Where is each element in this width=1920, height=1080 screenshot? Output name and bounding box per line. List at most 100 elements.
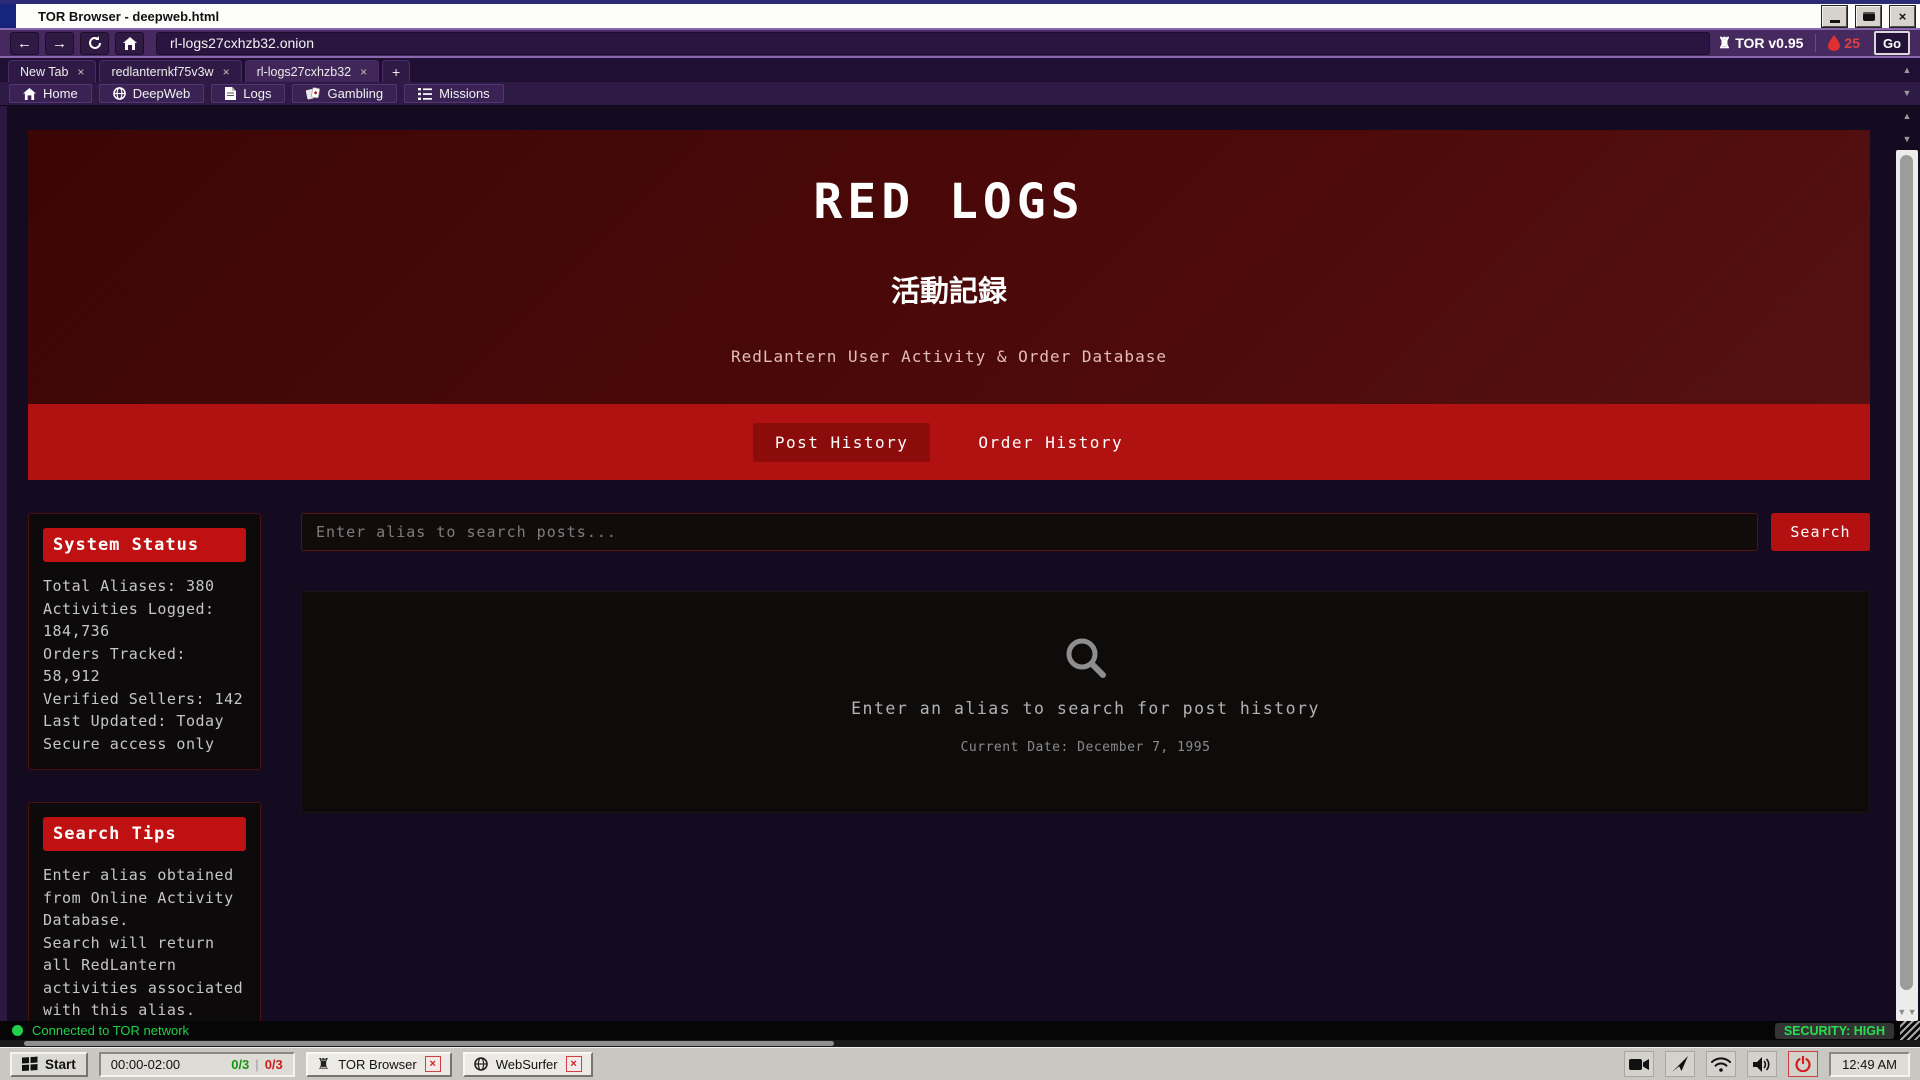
page-nav: Post History Order History [28,404,1870,480]
document-icon [225,87,236,100]
task-tor-browser[interactable]: ♜ TOR Browser × [306,1052,452,1077]
search-tip: Enter alias obtained from Online Activit… [43,864,246,932]
volume-button[interactable] [1747,1051,1777,1077]
scroll-down-icon[interactable]: ▼ [1897,1007,1906,1017]
maximize-button[interactable] [1856,6,1881,27]
page-title: RED LOGS [28,174,1870,230]
forward-button[interactable]: → [45,32,74,55]
vertical-scrollbar: ▲ ▼ ▲ ▼ ▼ ▼ [1896,58,1918,1021]
scroll-up-icon[interactable]: ▲ [1903,65,1912,75]
search-button[interactable]: Search [1771,513,1870,551]
scrollbar-track[interactable]: ▼ ▼ [1896,150,1918,1021]
bookmark-home[interactable]: Home [9,84,92,103]
task-close-button[interactable]: × [566,1056,582,1072]
tor-version-text: TOR v0.95 [1735,35,1803,51]
tab-bar: New Tab × redlanternkf75v3w × rl-logs27c… [0,58,1920,82]
windows-logo-icon [22,1056,38,1071]
connection-status: Connected to TOR network [32,1023,189,1038]
task-websurfer[interactable]: WebSurfer × [463,1052,593,1077]
scroll-down-icon[interactable]: ▼ [1908,1007,1917,1017]
task-label: WebSurfer [496,1057,558,1072]
timer-counters: 0/3 | 0/3 [231,1057,283,1072]
scroll-down-icon[interactable]: ▼ [1903,88,1912,98]
counter-green: 0/3 [231,1057,249,1072]
bookmark-label: Logs [243,86,271,101]
task-label: TOR Browser [338,1057,417,1072]
session-timer: 00:00-02:00 0/3 | 0/3 [99,1052,295,1077]
wifi-button[interactable] [1706,1051,1736,1077]
tab-redlantern[interactable]: redlanternkf75v3w × [99,60,241,82]
bookmark-label: DeepWeb [133,86,191,101]
alias-search-input[interactable] [301,513,1758,551]
scrollbar-thumb[interactable] [1900,155,1913,990]
search-tips-title: Search Tips [43,817,246,851]
new-tab-button[interactable]: + [382,60,410,82]
tab-rl-logs[interactable]: rl-logs27cxhzb32 × [245,60,380,82]
window-titlebar[interactable]: TOR Browser - deepweb.html × [0,0,1920,28]
stat-verified-sellers: Verified Sellers: 142 [43,688,246,711]
screen: TOR Browser - deepweb.html × ← → rl-logs… [0,0,1920,1080]
window-title: TOR Browser - deepweb.html [38,9,219,24]
start-label: Start [45,1057,76,1072]
close-icon: × [1899,9,1907,24]
security-badge: SECURITY: HIGH [1775,1023,1894,1039]
bookmark-logs[interactable]: Logs [211,84,285,103]
task-close-button[interactable]: × [425,1056,441,1072]
browser-viewport: RED LOGS 活動記録 RedLantern User Activity &… [0,106,1920,1021]
maximize-icon [1863,12,1875,21]
refresh-button[interactable] [80,32,109,55]
sidebar: System Status Total Aliases: 380 Activit… [28,498,261,1021]
system-status-panel: System Status Total Aliases: 380 Activit… [28,513,261,770]
tab-close-icon[interactable]: × [360,65,367,79]
page-red-logs: RED LOGS 活動記録 RedLantern User Activity &… [28,130,1870,1021]
bookmark-missions[interactable]: Missions [404,84,504,103]
scroll-up-icon[interactable]: ▲ [1903,111,1912,121]
flame-counter: 25 [1828,35,1860,51]
home-button[interactable] [115,32,144,55]
bookmark-label: Home [43,86,78,101]
search-tip: Search will return all RedLantern activi… [43,932,246,1022]
go-button[interactable]: Go [1874,31,1910,55]
camera-button[interactable] [1624,1051,1654,1077]
bookmark-deepweb[interactable]: DeepWeb [99,84,205,103]
stat-total-aliases: Total Aliases: 380 [43,575,246,598]
minimize-button[interactable] [1822,6,1847,27]
nav-post-history[interactable]: Post History [753,423,931,462]
checklist-icon [418,88,432,100]
tab-close-icon[interactable]: × [223,65,230,79]
tab-label: rl-logs27cxhzb32 [257,65,352,79]
bookmark-label: Gambling [327,86,383,101]
horizontal-scrollbar-thumb[interactable] [24,1041,834,1046]
taskbar: Start 00:00-02:00 0/3 | 0/3 ♜ TOR Browse… [0,1047,1920,1080]
tab-close-icon[interactable]: × [77,65,84,79]
close-button[interactable]: × [1890,6,1915,27]
stat-activities-logged: Activities Logged: 184,736 [43,598,246,643]
back-button[interactable]: ← [10,32,39,55]
camera-icon [1629,1058,1649,1071]
address-separator [1815,34,1816,52]
url-input[interactable]: rl-logs27cxhzb32.onion [156,32,1710,55]
page-header: RED LOGS 活動記録 RedLantern User Activity &… [28,130,1870,404]
counter-separator: | [255,1057,258,1072]
results-panel: Enter an alias to search for post histor… [301,591,1870,813]
start-button[interactable]: Start [10,1052,88,1077]
connection-dot-icon [12,1025,23,1036]
send-icon [1672,1056,1688,1072]
tab-new-tab[interactable]: New Tab × [8,60,96,82]
bookmarks-bar: Home DeepWeb Logs Gambling Missions [0,82,1920,106]
home-icon [23,88,36,100]
forward-icon: → [52,36,67,51]
horizontal-scrollbar [0,1040,1920,1047]
scroll-down-icon[interactable]: ▼ [1903,134,1912,144]
browser-status-bar: Connected to TOR network SECURITY: HIGH [0,1021,1920,1040]
back-icon: ← [17,36,32,51]
tab-label: New Tab [20,65,68,79]
nav-order-history[interactable]: Order History [956,423,1145,462]
globe-icon [113,87,126,100]
refresh-icon [88,36,102,50]
send-button[interactable] [1665,1051,1695,1077]
bookmark-gambling[interactable]: Gambling [292,84,397,103]
taskbar-clock: 12:49 AM [1829,1052,1910,1077]
cards-icon [306,87,320,100]
power-button[interactable] [1788,1051,1818,1077]
